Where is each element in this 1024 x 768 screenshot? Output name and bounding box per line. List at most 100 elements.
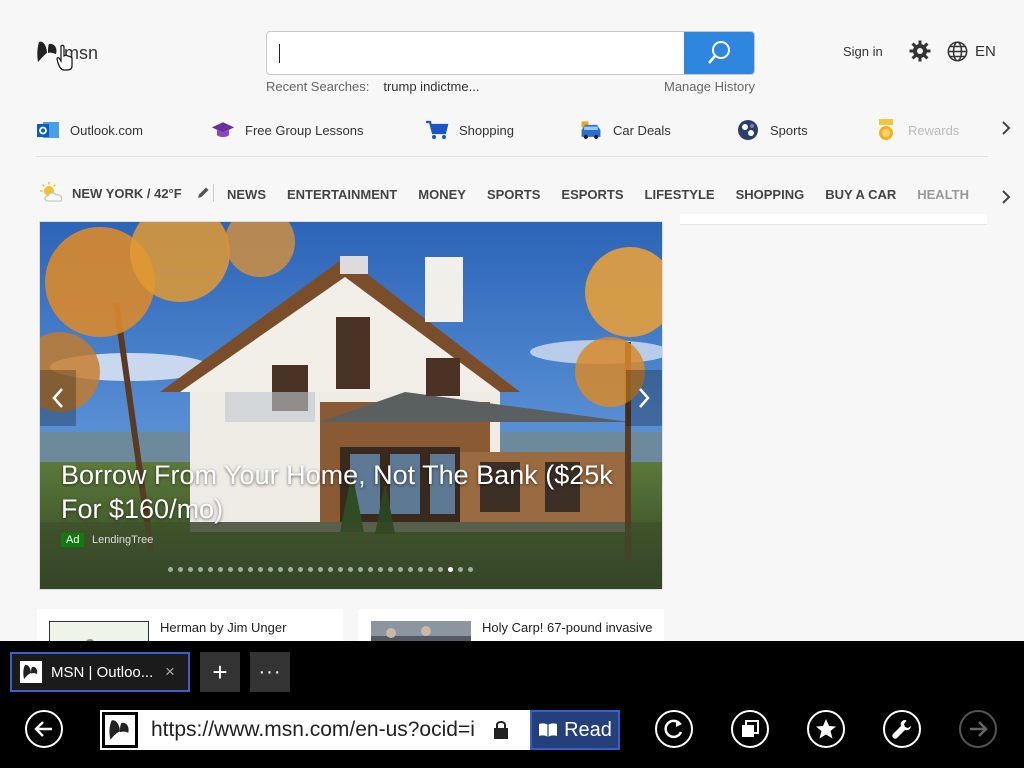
recent-search-item[interactable]: trump indictme... bbox=[383, 79, 479, 94]
quick-link-outlook[interactable]: Outlook.com bbox=[36, 118, 143, 142]
address-bar[interactable]: https://www.msn.com/en-us?ocid=i Read bbox=[100, 710, 620, 750]
new-tab-button[interactable]: + bbox=[200, 652, 240, 692]
nav-item-health[interactable]: HEALTH bbox=[917, 187, 969, 202]
news-card[interactable]: Herman by Jim Unger bbox=[37, 609, 343, 641]
tabs-button[interactable] bbox=[731, 710, 769, 748]
arrow-left-icon bbox=[34, 721, 52, 737]
carousel-dot[interactable] bbox=[278, 567, 283, 572]
tabs-icon bbox=[742, 720, 759, 737]
chevron-right-icon[interactable] bbox=[1000, 120, 1012, 136]
carousel-prev-button[interactable] bbox=[40, 370, 76, 426]
nav-item-news[interactable]: NEWS bbox=[227, 187, 266, 202]
carousel-dot[interactable] bbox=[378, 567, 383, 572]
quick-link-sports[interactable]: Sports bbox=[736, 118, 808, 142]
carousel-dot[interactable] bbox=[318, 567, 323, 572]
carousel-dot[interactable] bbox=[388, 567, 393, 572]
medal-icon bbox=[874, 118, 898, 142]
carousel-dot[interactable] bbox=[228, 567, 233, 572]
nav-item-lifestyle[interactable]: LIFESTYLE bbox=[645, 187, 715, 202]
forward-button[interactable] bbox=[959, 710, 997, 748]
gear-icon[interactable] bbox=[909, 40, 931, 62]
quick-link-label: Shopping bbox=[459, 122, 514, 138]
back-button[interactable] bbox=[25, 710, 63, 748]
weather-widget[interactable]: NEW YORK / 42°F bbox=[40, 182, 210, 204]
carousel-dot[interactable] bbox=[238, 567, 243, 572]
quick-link-car-deals[interactable]: Car Deals bbox=[579, 118, 671, 142]
butterfly-logo-icon bbox=[109, 720, 129, 740]
carousel-dots[interactable] bbox=[168, 567, 473, 572]
carousel-dot[interactable] bbox=[258, 567, 263, 572]
carousel-dot[interactable] bbox=[368, 567, 373, 572]
quick-link-rewards[interactable]: Rewards bbox=[874, 118, 959, 142]
tab-options-button[interactable]: ··· bbox=[250, 652, 290, 692]
quick-link-label: Sports bbox=[770, 122, 808, 138]
carousel-dot[interactable] bbox=[458, 567, 463, 572]
carousel-dot[interactable] bbox=[288, 567, 293, 572]
carousel-dot[interactable] bbox=[428, 567, 433, 572]
hero-carousel[interactable]: Borrow From Your Home, Not The Bank ($25… bbox=[39, 221, 663, 590]
carousel-dot[interactable] bbox=[408, 567, 413, 572]
nav-item-buy-a-car[interactable]: BUY A CAR bbox=[825, 187, 896, 202]
refresh-button[interactable] bbox=[655, 710, 693, 748]
carousel-dot[interactable] bbox=[398, 567, 403, 572]
nav-item-esports[interactable]: ESPORTS bbox=[561, 187, 623, 202]
sign-in-link[interactable]: Sign in bbox=[843, 44, 883, 59]
carousel-dot[interactable] bbox=[418, 567, 423, 572]
quick-link-label: Free Group Lessons bbox=[245, 122, 364, 138]
carousel-dot[interactable] bbox=[348, 567, 353, 572]
nav-divider bbox=[213, 184, 214, 202]
carousel-dot[interactable] bbox=[448, 567, 453, 572]
search-box[interactable] bbox=[266, 31, 755, 75]
quick-link-shopping[interactable]: Shopping bbox=[425, 118, 514, 142]
carousel-next-button[interactable] bbox=[626, 370, 662, 426]
url-text[interactable]: https://www.msn.com/en-us?ocid=i bbox=[151, 718, 481, 742]
quick-link-group-lessons[interactable]: Free Group Lessons bbox=[211, 118, 364, 142]
carousel-dot[interactable] bbox=[168, 567, 173, 572]
carousel-dot[interactable] bbox=[198, 567, 203, 572]
chevron-right-icon bbox=[639, 388, 650, 408]
globe-icon[interactable] bbox=[947, 41, 968, 62]
category-nav: NEW YORK / 42°F NEWS ENTERTAINMENT MONEY… bbox=[36, 178, 988, 214]
page-tools-button[interactable] bbox=[883, 710, 921, 748]
nav-item-sports[interactable]: SPORTS bbox=[487, 187, 540, 202]
close-icon[interactable]: × bbox=[165, 662, 175, 682]
search-input[interactable] bbox=[267, 32, 685, 74]
pencil-icon[interactable] bbox=[196, 186, 210, 200]
nav-item-shopping[interactable]: SHOPPING bbox=[736, 187, 805, 202]
hero-headline[interactable]: Borrow From Your Home, Not The Bank ($25… bbox=[61, 458, 651, 526]
chevron-right-icon[interactable] bbox=[1000, 189, 1012, 205]
card-title: Herman by Jim Unger bbox=[160, 620, 287, 635]
nav-item-money[interactable]: MONEY bbox=[418, 187, 466, 202]
carousel-dot[interactable] bbox=[208, 567, 213, 572]
carousel-dot[interactable] bbox=[218, 567, 223, 572]
arrow-right-icon bbox=[970, 721, 988, 737]
site-favicon bbox=[100, 710, 140, 750]
carousel-dot[interactable] bbox=[328, 567, 333, 572]
weather-location-temp: NEW YORK / 42°F bbox=[72, 185, 182, 201]
chevron-left-icon bbox=[52, 388, 63, 408]
carousel-dot[interactable] bbox=[298, 567, 303, 572]
carousel-dot[interactable] bbox=[178, 567, 183, 572]
carousel-dot[interactable] bbox=[268, 567, 273, 572]
language-selector[interactable]: EN bbox=[975, 43, 996, 60]
carousel-dot[interactable] bbox=[338, 567, 343, 572]
browser-tab[interactable]: MSN | Outloo... × bbox=[10, 652, 190, 692]
tab-title: MSN | Outloo... bbox=[51, 663, 154, 681]
carousel-dot[interactable] bbox=[358, 567, 363, 572]
carousel-dot[interactable] bbox=[468, 567, 473, 572]
manage-history-link[interactable]: Manage History bbox=[664, 79, 755, 94]
recent-searches-label: Recent Searches: bbox=[266, 79, 370, 94]
quick-link-label: Rewards bbox=[908, 122, 960, 138]
nav-item-entertainment[interactable]: ENTERTAINMENT bbox=[287, 187, 397, 202]
carousel-dot[interactable] bbox=[308, 567, 313, 572]
card-thumbnail bbox=[49, 621, 149, 641]
favorites-button[interactable] bbox=[807, 710, 845, 748]
carousel-dot[interactable] bbox=[248, 567, 253, 572]
search-button[interactable] bbox=[684, 32, 754, 74]
carousel-dot[interactable] bbox=[438, 567, 443, 572]
reading-view-button[interactable]: Read bbox=[530, 710, 620, 750]
hand-cursor-icon bbox=[56, 44, 73, 71]
news-card[interactable]: Holy Carp! 67-pound invasive bbox=[358, 609, 664, 641]
outlook-icon bbox=[36, 118, 60, 142]
carousel-dot[interactable] bbox=[188, 567, 193, 572]
